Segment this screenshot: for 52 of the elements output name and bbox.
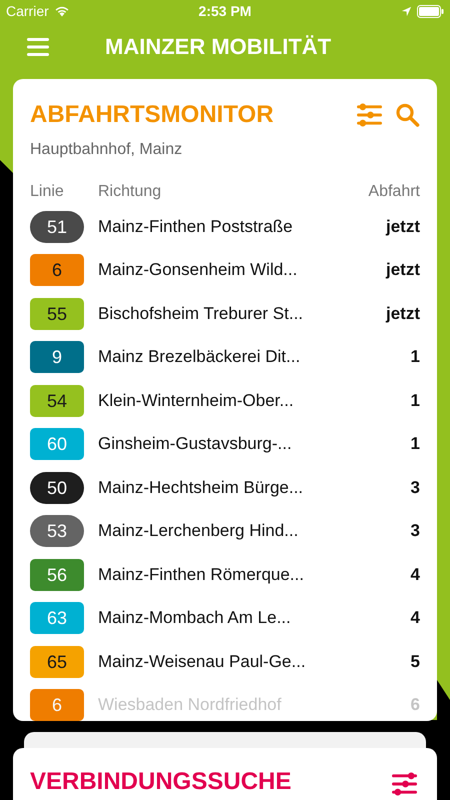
line-badge: 55 [30, 298, 84, 330]
departure-time: 3 [410, 478, 420, 498]
line-badge: 56 [30, 558, 84, 591]
filter-sliders-icon[interactable] [392, 772, 417, 796]
departure-time: 4 [410, 564, 420, 585]
line-badge: 65 [30, 646, 84, 678]
line-badge: 54 [30, 384, 84, 417]
departure-time: 1 [410, 347, 420, 368]
column-header: Abfahrt [367, 183, 420, 201]
direction-text: Mainz-Weisenau Paul-Ge... [98, 652, 307, 672]
departure-time: 4 [410, 608, 420, 628]
line-badge: 50 [30, 472, 84, 504]
menu-button[interactable] [27, 38, 49, 56]
line-badge: 63 [30, 602, 84, 634]
direction-text: Ginsheim-Gustavsburg-... [98, 434, 293, 454]
direction-text: Mainz-Lerchenberg Hind... [98, 521, 300, 542]
line-badge: 6 [30, 689, 84, 721]
departure-time: jetzt [384, 260, 420, 280]
stop-name: Hauptbahnhof, Mainz [30, 141, 184, 159]
departure-time: 6 [410, 695, 420, 716]
card-title: ABFAHRTSMONITOR [30, 101, 274, 129]
departure-time: 5 [410, 652, 420, 672]
direction-text: Bischofsheim Treburer St... [98, 304, 304, 324]
direction-text: Wiesbaden Nordfriedhof [98, 695, 282, 716]
departure-time: 3 [410, 521, 420, 542]
line-badge: 53 [30, 515, 84, 548]
direction-text: Mainz Brezelbäckerei Dit... [98, 347, 302, 368]
departure-time: jetzt [384, 304, 420, 324]
direction-text: Mainz-Mombach Am Le... [98, 608, 292, 628]
departure-time: 1 [410, 390, 420, 411]
filter-sliders-icon[interactable] [357, 103, 382, 127]
direction-text: Klein-Winternheim-Ober... [98, 390, 295, 411]
departure-time: jetzt [384, 216, 420, 237]
line-badge: 51 [30, 210, 84, 243]
location-arrow-icon [400, 6, 412, 16]
direction-text: Mainz-Finthen Poststraße [98, 216, 294, 237]
line-badge: 60 [30, 428, 84, 460]
app-title: MAINZER MOBILITÄT [105, 34, 332, 60]
column-header: Linie [30, 183, 65, 201]
search-icon[interactable] [395, 103, 420, 127]
card-title: VERBINDUNGSSUCHE [30, 768, 292, 796]
carrier-label: Carrier [6, 3, 49, 19]
column-header: Richtung [98, 183, 162, 201]
direction-text: Mainz-Hechtsheim Bürge... [98, 478, 304, 498]
battery-icon [416, 4, 444, 18]
departure-time: 1 [410, 434, 420, 454]
line-badge: 6 [30, 254, 84, 286]
direction-text: Mainz-Finthen Römerque... [98, 564, 305, 585]
line-badge: 9 [30, 341, 84, 374]
wifi-icon [54, 5, 70, 17]
status-time: 2:53 PM [198, 3, 252, 19]
direction-text: Mainz-Gonsenheim Wild... [98, 260, 298, 280]
